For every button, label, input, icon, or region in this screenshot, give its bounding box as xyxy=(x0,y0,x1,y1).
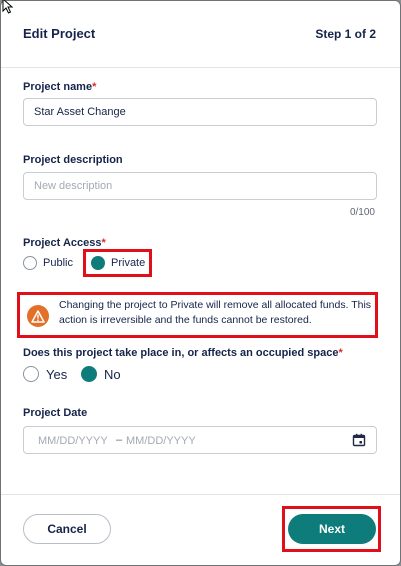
start-date-placeholder[interactable]: MM/DD/YYYY xyxy=(38,435,108,447)
warning-triangle-icon xyxy=(27,305,49,327)
radio-selected-icon xyxy=(81,366,97,382)
description-character-counter: 0/100 xyxy=(349,207,375,218)
project-description-input[interactable]: New description xyxy=(23,172,377,200)
project-name-input[interactable]: Star Asset Change xyxy=(23,98,377,126)
access-private-radio[interactable]: Private xyxy=(91,256,145,270)
edit-project-dialog: Edit Project Step 1 of 2 Project name* S… xyxy=(0,0,401,566)
access-public-radio[interactable]: Public xyxy=(23,256,73,270)
required-mark: * xyxy=(101,237,106,249)
project-description-placeholder: New description xyxy=(34,180,113,192)
project-access-label-text: Project Access xyxy=(23,237,102,249)
project-access-label: Project Access* xyxy=(23,237,106,249)
access-public-label: Public xyxy=(43,257,73,269)
required-mark: * xyxy=(338,347,343,359)
project-date-range-input[interactable]: MM/DD/YYYY – MM/DD/YYYY xyxy=(23,426,377,454)
occupied-no-label: No xyxy=(104,366,121,382)
project-name-value: Star Asset Change xyxy=(34,106,126,118)
end-date-placeholder[interactable]: MM/DD/YYYY xyxy=(126,435,196,447)
project-date-label: Project Date xyxy=(23,407,88,419)
occupied-yes-label: Yes xyxy=(46,366,68,382)
access-private-label: Private xyxy=(111,257,146,269)
project-name-label-text: Project name xyxy=(23,81,93,93)
project-name-label: Project name* xyxy=(23,81,96,93)
dialog-title: Edit Project xyxy=(23,26,96,41)
dialog-header: Edit Project Step 1 of 2 xyxy=(1,1,400,68)
cancel-button[interactable]: Cancel xyxy=(23,514,111,544)
project-description-label: Project description xyxy=(23,154,123,166)
required-mark: * xyxy=(92,81,97,93)
warning-message: Changing the project to Private will rem… xyxy=(59,299,372,326)
radio-selected-icon xyxy=(91,256,105,270)
date-range-separator: – xyxy=(116,434,123,446)
radio-unselected-icon xyxy=(23,256,37,270)
step-indicator: Step 1 of 2 xyxy=(315,27,376,41)
calendar-icon[interactable] xyxy=(352,433,366,450)
next-button[interactable]: Next xyxy=(288,514,376,544)
occupied-yes-radio[interactable]: Yes xyxy=(23,366,67,382)
radio-unselected-icon xyxy=(23,366,39,382)
occupied-space-label-text: Does this project take place in, or affe… xyxy=(23,347,339,359)
occupied-space-label: Does this project take place in, or affe… xyxy=(23,347,343,359)
occupied-no-radio[interactable]: No xyxy=(81,366,121,382)
mouse-cursor-icon xyxy=(2,0,14,14)
